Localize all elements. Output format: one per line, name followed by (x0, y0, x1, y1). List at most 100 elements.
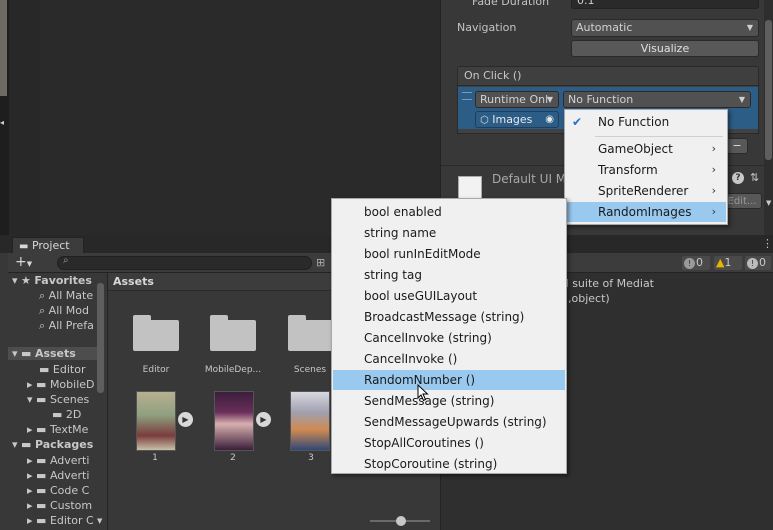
checkmark-icon: ✔ (572, 115, 583, 129)
play-icon[interactable]: ▶ (178, 412, 193, 427)
tree-label: 2D (65, 408, 82, 421)
kebab-menu-icon[interactable]: ⋮ (762, 237, 773, 250)
expand-arrow-icon: ▸ (27, 499, 33, 512)
menu-item-transform[interactable]: Transform › (566, 160, 726, 180)
method-item[interactable]: bool useGUILayout (333, 286, 565, 306)
method-item-randomnumber[interactable]: RandomNumber () (333, 370, 565, 390)
tree-item-all-materials[interactable]: ⌕ All Mate (39, 289, 93, 303)
tree-label: TextMe (49, 423, 89, 436)
asset-label: 1 (152, 453, 158, 463)
image-thumbnail-3[interactable] (290, 391, 330, 451)
play-icon[interactable]: ▶ (256, 412, 271, 427)
tree-item-mobile[interactable]: ▸ ▬ MobileD (27, 378, 95, 391)
method-item[interactable]: string name (333, 223, 565, 243)
tree-item-all-prefabs[interactable]: ⌕ All Prefa (39, 319, 94, 333)
runtime-dropdown[interactable]: Runtime Onl ▼ (475, 91, 559, 108)
tree-item-package[interactable]: ▸ ▬ Custom (27, 499, 92, 512)
error-count-toggle[interactable]: ! 0 (745, 256, 771, 270)
error-icon: ! (747, 258, 758, 269)
method-item[interactable]: StopCoroutine (string) (333, 454, 565, 474)
folder-icon: ▬ (36, 469, 47, 482)
tree-label: MobileD (49, 378, 95, 391)
method-item[interactable]: bool enabled (333, 202, 565, 222)
method-item[interactable]: string tag (333, 265, 565, 285)
search-by-type-icon[interactable]: ⊞ (316, 256, 325, 269)
method-item[interactable]: BroadcastMessage (string) (333, 307, 565, 327)
tab-project[interactable]: ▬ Project (12, 237, 84, 254)
tree-item-2d[interactable]: ▬ 2D (52, 408, 81, 421)
menu-item-label: string name (364, 226, 437, 240)
method-item[interactable]: StopAllCoroutines () (333, 433, 565, 453)
search-input[interactable]: ⌕ (57, 255, 312, 270)
menu-item-no-function[interactable]: ✔ No Function (566, 112, 726, 132)
folder-scenes-icon[interactable] (288, 315, 334, 351)
warning-count-toggle[interactable]: ▲1 (714, 256, 742, 270)
warning-count: 1 (724, 256, 732, 269)
tree-item-textmesh[interactable]: ▸ ▬ TextMe (27, 423, 88, 436)
mouse-cursor-icon (417, 384, 429, 402)
folder-editor-icon[interactable] (133, 315, 179, 351)
scene-left-arrow-icon[interactable]: ◂ (0, 118, 7, 130)
info-count-toggle[interactable]: ! 0 (682, 256, 710, 270)
favorites-node[interactable]: ▾ ★ Favorites (12, 274, 92, 287)
folder-mobile-icon[interactable] (210, 315, 256, 351)
object-picker-icon[interactable]: ◉ (545, 112, 554, 127)
tree-item-package[interactable]: ▸ ▬ Adverti (27, 454, 89, 467)
tree-item-all-models[interactable]: ⌕ All Mod (39, 304, 89, 318)
packages-node[interactable]: ▾ ▬ Packages (12, 438, 93, 451)
menu-item-label: CancelInvoke (string) (364, 331, 492, 345)
tree-item-package[interactable]: ▸ ▬ Adverti (27, 469, 89, 482)
tree-item-scenes[interactable]: ▾ ▬ Scenes (27, 393, 89, 406)
preset-icon[interactable]: ⇅ (750, 171, 759, 184)
image-thumbnail-2[interactable] (214, 391, 254, 451)
fade-duration-field[interactable]: 0.1 (571, 0, 759, 9)
tree-scrollbar-thumb[interactable] (97, 283, 104, 393)
tree-item-package[interactable]: ▸ ▬ Editor C (27, 514, 94, 527)
image-thumbnail-1[interactable] (136, 391, 176, 451)
menu-item-label: SpriteRenderer (598, 184, 689, 198)
add-asset-button[interactable]: +▼ (15, 254, 32, 270)
menu-item-gameobject[interactable]: GameObject › (566, 139, 726, 159)
method-item[interactable]: CancelInvoke () (333, 349, 565, 369)
object-field[interactable]: ⬡ Images ◉ (475, 111, 559, 128)
scroll-down-arrow-icon[interactable]: ▼ (766, 199, 771, 207)
tree-item-editor[interactable]: ▬ Editor (39, 363, 85, 376)
asset-label: Editor (142, 365, 170, 375)
navigation-dropdown[interactable]: Automatic ▼ (571, 19, 759, 37)
inspector-scrollbar-thumb[interactable] (765, 20, 772, 160)
method-item[interactable]: bool runInEditMode (333, 244, 565, 264)
navigation-label: Navigation (457, 21, 517, 34)
chevron-right-icon: › (711, 205, 716, 218)
project-tab-label: Project (31, 239, 70, 252)
menu-item-label: GameObject (598, 142, 673, 156)
function-dropdown[interactable]: No Function ▼ (563, 91, 751, 108)
menu-item-label: string tag (364, 268, 422, 282)
tree-item-package[interactable]: ▸ ▬ Code C (27, 484, 89, 497)
scroll-down-arrow-icon[interactable]: ▼ (97, 517, 102, 525)
function-value: No Function (568, 93, 634, 106)
method-item[interactable]: SendMessageUpwards (string) (333, 412, 565, 432)
search-icon: ⌕ (39, 304, 46, 317)
method-item[interactable]: SendMessage (string) (333, 391, 565, 411)
help-icon[interactable]: ? (732, 172, 744, 184)
folder-icon: ▬ (39, 363, 50, 376)
visualize-button[interactable]: Visualize (571, 40, 759, 57)
menu-item-label: StopAllCoroutines () (364, 436, 484, 450)
expand-arrow-icon: ▸ (27, 454, 33, 467)
menu-item-label: bool runInEditMode (364, 247, 481, 261)
remove-listener-button[interactable]: − (726, 138, 748, 154)
drag-handle-icon[interactable] (462, 92, 472, 100)
folder-icon: ▬ (36, 423, 47, 436)
edit-button[interactable]: Edit... (722, 193, 762, 209)
tree-label: Adverti (49, 469, 90, 482)
search-icon: ⌕ (39, 319, 46, 332)
method-item[interactable]: CancelInvoke (string) (333, 328, 565, 348)
tree-label: Custom (49, 499, 93, 512)
assets-node[interactable]: ▾ ▬ Assets (8, 347, 104, 360)
menu-item-spriterenderer[interactable]: SpriteRenderer › (566, 181, 726, 201)
folder-icon: ▬ (19, 241, 29, 252)
menu-item-randomimages[interactable]: RandomImages › (566, 202, 726, 222)
material-preview-thumbnail (458, 176, 482, 200)
menu-item-label: bool enabled (364, 205, 442, 219)
zoom-slider-handle[interactable] (396, 516, 406, 526)
